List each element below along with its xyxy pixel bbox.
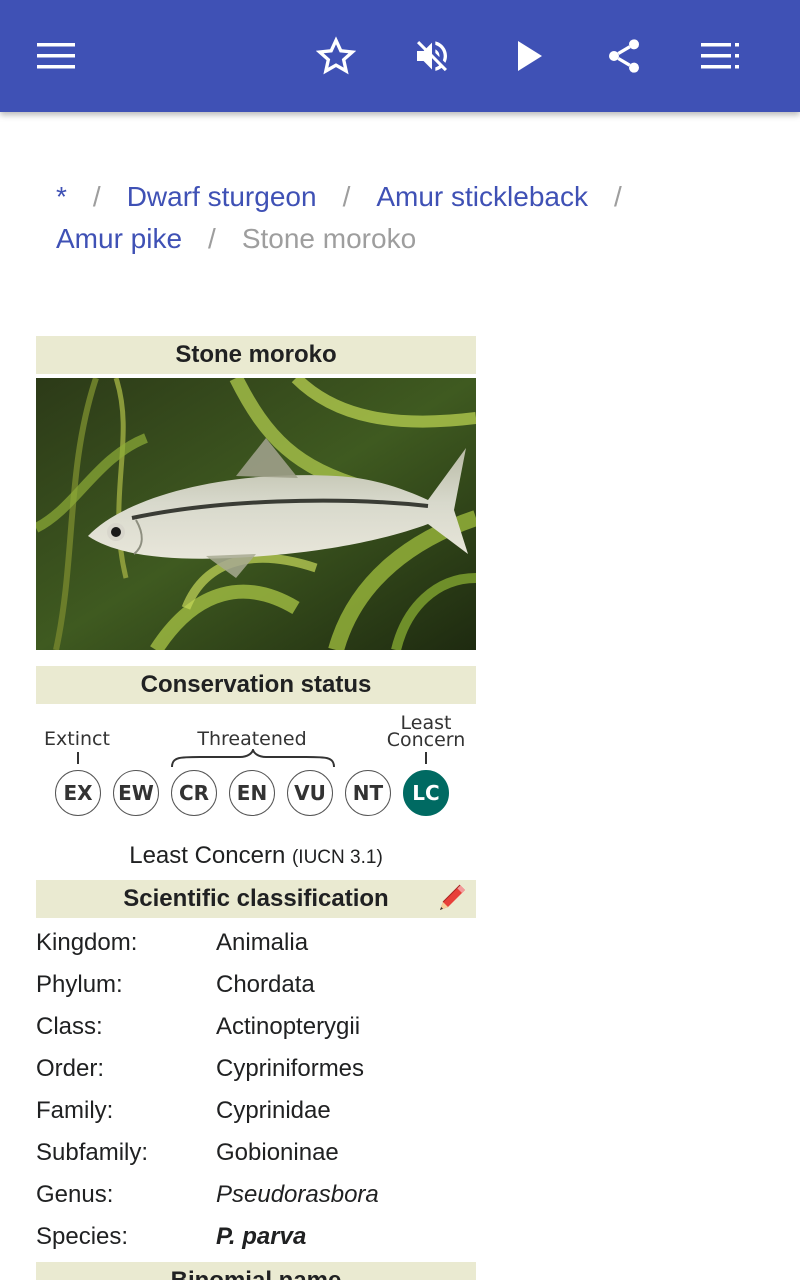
breadcrumb: * / Dwarf sturgeon / Amur stickleback / Amur … xyxy=(56,176,756,260)
taxonomy-row-family: Family: Cyprinidae xyxy=(36,1090,476,1132)
rank-value[interactable]: Pseudorasbora xyxy=(216,1181,379,1209)
rank-label: Family: xyxy=(36,1097,114,1124)
conservation-status-header: Conservation status xyxy=(36,666,476,704)
status-source[interactable]: (IUCN 3.1) xyxy=(292,847,383,868)
binomial-name-header: Binomial name xyxy=(36,1262,476,1280)
breadcrumb-separator: / xyxy=(208,223,216,254)
least-concern-label: Least Concern xyxy=(382,714,470,751)
sound-toggle-button[interactable] xyxy=(404,28,460,84)
taxonomy-row-subfamily: Subfamily: Gobioninae xyxy=(36,1132,476,1174)
taxonomy-row-order: Order: Cypriniformes xyxy=(36,1048,476,1090)
breadcrumb-item-home[interactable]: * xyxy=(56,181,67,212)
scientific-classification-header: Scientific classification xyxy=(36,880,476,918)
threatened-label: Threatened xyxy=(197,728,307,750)
rank-value[interactable]: Chordata xyxy=(216,971,315,999)
rank-value[interactable]: Actinopterygii xyxy=(216,1013,360,1041)
hamburger-menu-icon xyxy=(37,43,75,69)
breadcrumb-separator: / xyxy=(342,181,351,212)
threatened-brace xyxy=(171,749,335,768)
rank-label: Phylum: xyxy=(36,971,123,998)
conservation-status-text: Least Concern (IUCN 3.1) xyxy=(36,842,476,870)
status-circle-nt: NT xyxy=(345,770,391,816)
least-concern-label-line2: Concern xyxy=(386,729,466,751)
breadcrumb-separator: / xyxy=(613,181,622,212)
taxonomy-row-species: Species: P. parva xyxy=(36,1216,476,1258)
breadcrumb-separator: / xyxy=(92,181,101,212)
breadcrumb-item-dwarf-sturgeon[interactable]: Dwarf sturgeon xyxy=(127,181,317,212)
status-circle-cr: CR xyxy=(171,770,217,816)
status-circle-ex: EX xyxy=(55,770,101,816)
rank-value[interactable]: Gobioninae xyxy=(216,1139,339,1167)
share-icon xyxy=(604,35,644,77)
least-concern-tick xyxy=(425,752,427,764)
status-circle-vu: VU xyxy=(287,770,333,816)
rank-value[interactable]: Cyprinidae xyxy=(216,1097,331,1125)
rank-label: Kingdom: xyxy=(36,929,138,956)
extinct-tick xyxy=(77,752,79,764)
rank-label: Subfamily: xyxy=(36,1139,149,1166)
share-button[interactable] xyxy=(596,28,652,84)
species-infobox: Stone moroko Conservation status Extinct… xyxy=(36,336,476,1280)
breadcrumb-item-amur-stickleback[interactable]: Amur stickleback xyxy=(376,181,588,212)
rank-label: Class: xyxy=(36,1013,103,1040)
breadcrumb-item-amur-pike[interactable]: Amur pike xyxy=(56,223,182,254)
play-button[interactable] xyxy=(502,28,558,84)
scientific-classification-title: Scientific classification xyxy=(123,885,389,912)
rank-value[interactable]: Animalia xyxy=(216,929,308,957)
extinct-label: Extinct xyxy=(44,728,110,750)
rank-label: Genus: xyxy=(36,1181,114,1208)
volume-off-icon xyxy=(412,36,452,76)
taxonomy-row-kingdom: Kingdom: Animalia xyxy=(36,922,476,964)
contents-button[interactable] xyxy=(692,28,748,84)
pencil-icon[interactable] xyxy=(434,882,468,923)
app-toolbar xyxy=(0,0,800,112)
rank-label: Order: xyxy=(36,1055,105,1082)
menu-button[interactable] xyxy=(28,28,84,84)
list-icon xyxy=(701,43,739,69)
status-value: Least Concern xyxy=(129,842,286,869)
taxonomy-table: Kingdom: Animalia Phylum: Chordata Class… xyxy=(36,922,476,1258)
taxonomy-row-genus: Genus: Pseudorasbora xyxy=(36,1174,476,1216)
status-circle-ew: EW xyxy=(113,770,159,816)
rank-label: Species: xyxy=(36,1223,129,1250)
status-circle-en: EN xyxy=(229,770,275,816)
infobox-title: Stone moroko xyxy=(36,336,476,374)
status-circle-lc: LC xyxy=(403,770,449,816)
rank-value[interactable]: Cypriniformes xyxy=(216,1055,364,1083)
breadcrumb-current: Stone moroko xyxy=(241,223,417,254)
star-outline-icon xyxy=(316,36,356,76)
taxonomy-row-phylum: Phylum: Chordata xyxy=(36,964,476,1006)
taxonomy-row-class: Class: Actinopterygii xyxy=(36,1006,476,1048)
species-photo[interactable] xyxy=(36,378,476,650)
rank-value: P. parva xyxy=(216,1223,307,1250)
play-icon xyxy=(515,39,545,73)
favorite-button[interactable] xyxy=(308,28,364,84)
